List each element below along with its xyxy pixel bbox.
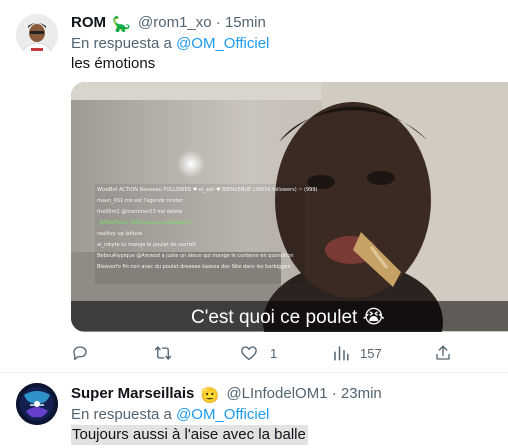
separator: · [215, 14, 221, 31]
views-icon [334, 346, 349, 361]
chat-line: maun_651 rox est l'égende mister [97, 198, 183, 204]
reply-button[interactable] [71, 342, 101, 364]
retweet-icon [154, 346, 172, 360]
chat-line: Bleavorfo fin non avec du poulet dreeeee… [97, 264, 291, 270]
selected-tweet-text[interactable]: Toujours aussi à l'aise avec la balle [71, 425, 308, 445]
display-name[interactable]: ROM [71, 14, 106, 31]
reply-mention-link[interactable]: @OM_Officiel [176, 35, 269, 52]
user-handle[interactable]: @LInfodelOM1 [226, 385, 327, 402]
reply-context: En respuesta a @OM_Officiel [71, 406, 269, 424]
chat-line: BebouAlypique @Amwod a juste un aieux qu… [97, 253, 294, 259]
timestamp[interactable]: 23min [341, 385, 382, 402]
avatar[interactable] [16, 14, 58, 56]
dinosaur-emoji-icon: 🦕 [112, 16, 131, 33]
share-button[interactable] [434, 342, 452, 364]
reply-prefix: En respuesta a [71, 35, 172, 52]
chat-line: WizeBot ACTION Nouveau FOLLOWER ♥ el_ash… [97, 187, 318, 193]
chat-line: realfrzy up lafiuve [97, 231, 143, 237]
share-icon [436, 345, 450, 360]
tweet-header: Super Marseillais 🫡 @LInfodelOM1 · 23min [71, 385, 382, 405]
chat-line: al_rokyte tu mange le poulet de secrtet [97, 242, 196, 248]
tweet-video[interactable]: WizeBot ACTION Nouveau FOLLOWER ♥ el_ash… [71, 82, 508, 332]
views-button[interactable]: 157 [332, 342, 382, 364]
user-handle[interactable]: @rom1_xo [138, 14, 212, 31]
display-name[interactable]: Super Marseillais [71, 385, 194, 402]
heart-icon [241, 346, 257, 361]
reply-mention-link[interactable]: @OM_Officiel [176, 406, 269, 423]
separator: · [331, 385, 337, 402]
reply-prefix: En respuesta a [71, 406, 172, 423]
timestamp[interactable]: 15min [225, 14, 266, 31]
views-count: 157 [360, 345, 382, 361]
retweet-button[interactable] [153, 342, 185, 364]
avatar[interactable] [16, 383, 58, 425]
tweet-super-marseillais[interactable]: Super Marseillais 🫡 @LInfodelOM1 · 23min… [0, 373, 508, 448]
tweet-rom[interactable]: ROM 🦕 @rom1_xo · 15min En respuesta a @O… [0, 0, 508, 372]
like-count: 1 [270, 345, 278, 361]
stream-chat-overlay: WizeBot ACTION Nouveau FOLLOWER ♥ el_ash… [97, 185, 327, 273]
like-button[interactable]: 1 [240, 342, 277, 364]
video-caption: C'est quoi ce poulet 😭 [191, 307, 385, 328]
saluting-face-emoji-icon: 🫡 [200, 387, 220, 404]
tweet-actions: 1 157 [0, 342, 508, 364]
reply-context: En respuesta a @OM_Officiel [71, 35, 269, 53]
tweet-header: ROM 🦕 @rom1_xo · 15min [71, 14, 266, 34]
tweet-text: les émotions [71, 55, 156, 72]
chat-line: _JUNeeTrash_DAS plaquo canalisation [97, 220, 191, 226]
tweet-text: Toujours aussi à l'aise avec la balle [71, 425, 308, 445]
reply-icon [73, 346, 87, 361]
chat-line: the00m2 @mornmor03 mé delete [97, 209, 183, 215]
